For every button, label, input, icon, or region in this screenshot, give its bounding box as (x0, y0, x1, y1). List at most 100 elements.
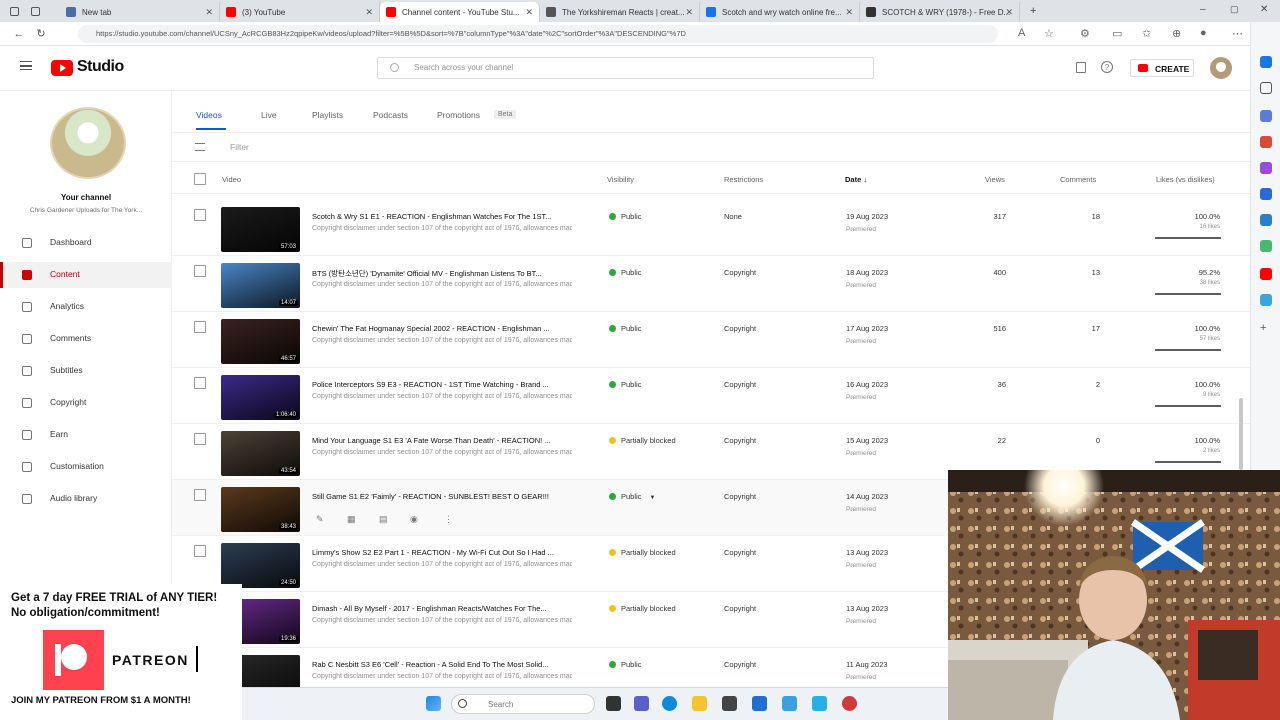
youtube-view-icon[interactable]: ◉ (410, 514, 418, 525)
visibility-status[interactable]: Public ▼ (609, 492, 655, 501)
office-icon[interactable] (1260, 188, 1272, 200)
tab-podcasts[interactable]: Podcasts (373, 110, 408, 120)
comments-icon[interactable]: ▤ (379, 514, 388, 525)
feedback-icon[interactable] (1076, 62, 1086, 73)
bell-icon[interactable] (1260, 56, 1272, 68)
tab-search-icon[interactable] (31, 6, 40, 16)
app-icon[interactable] (1260, 294, 1272, 306)
video-thumbnail[interactable]: 46:57 (221, 319, 300, 364)
browser-tab[interactable]: New tab ✕ (60, 2, 220, 22)
video-title[interactable]: Mind Your Language S1 E3 'A Fate Worse T… (312, 436, 587, 445)
file-explorer-icon[interactable] (692, 696, 707, 711)
help-icon[interactable]: ? (1101, 61, 1113, 73)
browser-tab[interactable]: Channel content - YouTube Stu... ✕ (380, 2, 540, 22)
column-date[interactable]: Date ↓ (845, 175, 867, 184)
tab-close-icon[interactable]: ✕ (1005, 7, 1013, 18)
video-thumbnail[interactable]: 38:43 (221, 487, 300, 532)
split-screen-icon[interactable]: ▭ (1112, 27, 1122, 40)
read-aloud-icon[interactable]: A (1018, 27, 1025, 39)
favorite-star-icon[interactable]: ☆ (1044, 27, 1054, 40)
sidebar-item-customisation[interactable]: Customisation (0, 454, 172, 480)
new-tab-icon[interactable]: + (1030, 5, 1036, 17)
search-input[interactable]: Search across your channel (377, 57, 874, 79)
drop-icon[interactable] (1260, 240, 1272, 252)
video-thumbnail[interactable]: 1:06:40 (221, 375, 300, 420)
video-thumbnail[interactable]: 57:03 (221, 207, 300, 252)
search-sidebar-icon[interactable] (1260, 82, 1272, 94)
browser-tab[interactable]: SCOTCH & WRY (1978-) - Free D... ✕ (860, 2, 1020, 22)
sidebar-item-audio-library[interactable]: Audio library (0, 486, 172, 512)
row-checkbox[interactable] (194, 265, 206, 277)
reload-icon[interactable]: ↻ (30, 27, 52, 40)
video-thumbnail[interactable]: 43:54 (221, 431, 300, 476)
sidebar-item-earn[interactable]: Earn (0, 422, 172, 448)
sidebar-item-analytics[interactable]: Analytics (0, 294, 172, 320)
tab-live[interactable]: Live (261, 110, 277, 120)
video-title[interactable]: Chewin' The Fat Hogmanay Special 2002 - … (312, 324, 587, 333)
browser-tab[interactable]: The Yorkshireman Reacts | creat... ✕ (540, 2, 700, 22)
edit-icon[interactable]: ✎ (316, 514, 324, 525)
select-all-checkbox[interactable] (194, 173, 206, 185)
tools-icon[interactable] (1260, 136, 1272, 148)
extensions-icon[interactable]: ⚙ (1080, 27, 1090, 40)
tab-actions-icon[interactable] (10, 6, 19, 16)
tab-close-icon[interactable]: ✕ (205, 7, 213, 18)
tab-playlists[interactable]: Playlists (312, 110, 343, 120)
visibility-dropdown-icon[interactable]: ▼ (649, 495, 655, 501)
store-icon[interactable] (722, 696, 737, 711)
window-close-icon[interactable]: ✕ (1260, 4, 1268, 15)
outlook-icon[interactable] (1260, 214, 1272, 226)
video-title[interactable]: Still Game S1 E2 'Faimly' - REACTION - S… (312, 492, 587, 501)
app-red-icon[interactable] (842, 696, 857, 711)
app-cyan-icon[interactable] (812, 696, 827, 711)
window-minimize-icon[interactable]: – (1200, 4, 1206, 15)
chat-icon[interactable] (634, 696, 649, 711)
account-avatar[interactable] (1210, 57, 1232, 79)
video-title[interactable]: Police Interceptors S9 E3 - REACTION - 1… (312, 380, 587, 389)
row-checkbox[interactable] (194, 489, 206, 501)
filter-icon[interactable] (195, 143, 205, 151)
task-view-icon[interactable] (606, 696, 621, 711)
sidebar-item-comments[interactable]: Comments (0, 326, 172, 352)
profile-icon[interactable]: ● (1200, 27, 1207, 39)
row-checkbox[interactable] (194, 433, 206, 445)
sidebar-item-dashboard[interactable]: Dashboard (0, 230, 172, 256)
tab-videos[interactable]: Videos (196, 110, 222, 120)
tab-close-icon[interactable]: ✕ (525, 7, 533, 18)
youtube-logo-icon[interactable] (51, 60, 73, 76)
row-checkbox[interactable] (194, 377, 206, 389)
video-thumbnail[interactable]: 24:50 (221, 543, 300, 588)
video-title[interactable]: BTS (방탄소년단) 'Dynamite' Official MV - Eng… (312, 268, 587, 279)
app-blue-icon[interactable] (782, 696, 797, 711)
more-menu-icon[interactable]: ⋯ (1232, 27, 1243, 40)
filter-input[interactable]: Filter (230, 142, 249, 152)
browser-tab[interactable]: Scotch and wry watch online fre... ✕ (700, 2, 860, 22)
video-thumbnail[interactable]: 14:07 (221, 263, 300, 308)
windows-start-icon[interactable] (426, 696, 441, 711)
analytics-icon[interactable]: ▦ (347, 514, 356, 525)
channel-avatar[interactable] (50, 107, 126, 179)
browser-tab[interactable]: (3) YouTube ✕ (220, 2, 380, 22)
back-icon[interactable]: ← (8, 28, 30, 40)
studio-logo-text[interactable]: Studio (77, 58, 124, 76)
video-title[interactable]: Scotch & Wry S1 E1 - REACTION - Englishm… (312, 212, 587, 221)
games-icon[interactable] (1260, 162, 1272, 174)
video-title[interactable]: Rab C Nesbitt S3 E6 'Cell' - Reaction - … (312, 660, 587, 669)
row-checkbox[interactable] (194, 545, 206, 557)
favorites-icon[interactable]: ✩ (1142, 27, 1151, 40)
options-icon[interactable]: ⋮ (444, 514, 453, 525)
edge-browser-icon[interactable] (662, 696, 677, 711)
window-maximize-icon[interactable]: ▢ (1230, 4, 1239, 15)
table-scrollbar[interactable] (1239, 398, 1243, 470)
row-checkbox[interactable] (194, 209, 206, 221)
tab-close-icon[interactable]: ✕ (845, 7, 853, 18)
youtube-sidebar-icon[interactable] (1260, 268, 1272, 280)
sidebar-item-content[interactable]: Content (0, 262, 172, 288)
copilot-icon[interactable] (1260, 110, 1272, 122)
row-checkbox[interactable] (194, 321, 206, 333)
sidebar-item-copyright[interactable]: Copyright (0, 390, 172, 416)
collections-icon[interactable]: ⊕ (1172, 27, 1181, 40)
taskbar-search-input[interactable]: Search (451, 694, 595, 714)
create-button[interactable]: CREATE (1130, 59, 1194, 77)
tab-promotions[interactable]: Promotions (437, 110, 480, 120)
